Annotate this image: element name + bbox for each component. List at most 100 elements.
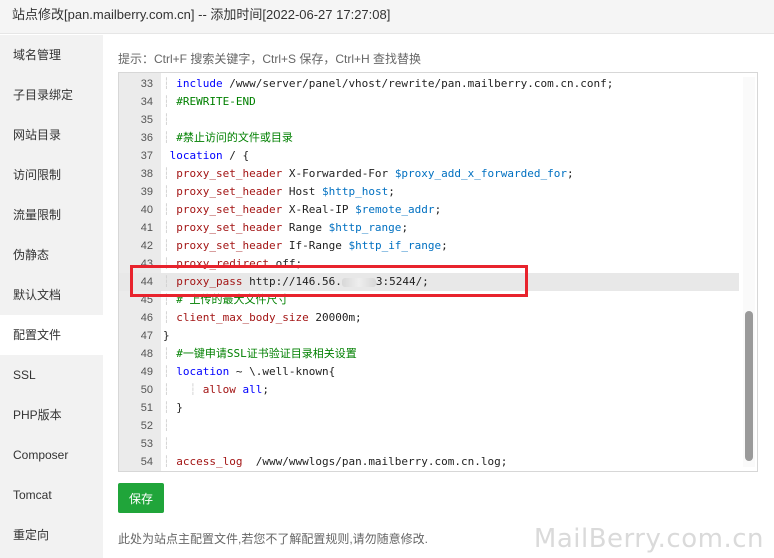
- line-number: 41: [140, 222, 153, 234]
- indent-guide: ┆: [163, 419, 177, 432]
- code-token: location: [169, 149, 223, 162]
- code-line[interactable]: 39 ┆ proxy_set_header Host $http_host;: [119, 183, 739, 201]
- code-text: ┆ #禁止访问的文件或目录: [163, 129, 293, 147]
- sidebar-item-access-limit[interactable]: 访问限制: [0, 155, 103, 195]
- indent-guide: ┆: [163, 383, 177, 396]
- code-token: /www/wwwlogs/pan.mailberry.com.cn.log;: [242, 455, 508, 468]
- code-line[interactable]: 40 ┆ proxy_set_header X-Real-IP $remote_a…: [119, 201, 739, 219]
- sidebar-item-domain[interactable]: 域名管理: [0, 35, 103, 75]
- indent-guide: ┆: [163, 131, 177, 144]
- code-token: $http_host: [321, 185, 389, 198]
- code-line[interactable]: 49 ┆ location ~ \.well-known{: [119, 363, 739, 381]
- code-line[interactable]: 38 ┆ proxy_set_header X-Forwarded-For $pr…: [119, 165, 739, 183]
- indent-guide: ┆: [163, 113, 177, 126]
- line-number: 49: [140, 366, 153, 378]
- code-line[interactable]: 48 ┆ #一键申请SSL证书验证目录相关设置: [119, 345, 739, 363]
- code-token: proxy_set_header: [176, 203, 283, 216]
- code-token: ;: [262, 383, 269, 396]
- sidebar-item-rewrite[interactable]: 伪静态: [0, 235, 103, 275]
- indent-guide: ┆: [163, 203, 177, 216]
- line-number: 35: [140, 114, 153, 126]
- save-button[interactable]: 保存: [118, 483, 164, 513]
- sidebar-item-config-file[interactable]: 配置文件: [0, 315, 103, 355]
- code-token: allow: [202, 383, 236, 396]
- sidebar-item-traffic-limit[interactable]: 流量限制: [0, 195, 103, 235]
- code-line[interactable]: 46 ┆ client_max_body_size 20000m;: [119, 309, 739, 327]
- code-line[interactable]: 52 ┆: [119, 417, 739, 435]
- code-line[interactable]: 54 ┆ access_log /www/wwwlogs/pan.mailberr…: [119, 453, 739, 471]
- code-token: Range: [282, 221, 329, 234]
- indent-guide: ┆: [176, 383, 203, 396]
- line-number: 42: [140, 240, 153, 252]
- indent-guide: ┆: [163, 347, 177, 360]
- sidebar-item-redirect[interactable]: 重定向: [0, 515, 103, 555]
- code-token: all: [242, 383, 263, 396]
- code-line[interactable]: 42 ┆ proxy_set_header If-Range $http_if_r…: [119, 237, 739, 255]
- code-text: ┆: [163, 435, 176, 453]
- code-token: }: [176, 401, 183, 414]
- code-text: ┆ access_log /www/wwwlogs/pan.mailberry.…: [163, 453, 507, 471]
- code-token: If-Range: [282, 239, 349, 252]
- line-number: 38: [140, 168, 153, 180]
- code-line[interactable]: 50 ┆ ┆ allow all;: [119, 381, 739, 399]
- code-token: ;: [441, 239, 448, 252]
- code-token: proxy_set_header: [176, 239, 283, 252]
- indent-guide: ┆: [163, 455, 177, 468]
- line-number: 52: [140, 420, 153, 432]
- line-number: 34: [140, 96, 153, 108]
- code-text: ┆: [163, 111, 176, 129]
- code-line[interactable]: 41 ┆ proxy_set_header Range $http_range;: [119, 219, 739, 237]
- code-token: proxy_set_header: [176, 221, 283, 234]
- code-text: ┆ ┆ allow all;: [163, 381, 269, 399]
- code-token: proxy_set_header: [176, 185, 283, 198]
- sidebar-item-tomcat[interactable]: Tomcat: [0, 475, 103, 515]
- line-number: 53: [140, 438, 153, 450]
- sidebar-item-ssl[interactable]: SSL: [0, 355, 103, 395]
- code-token: proxy_set_header: [176, 167, 283, 180]
- code-token: }: [163, 329, 170, 342]
- code-text: ┆ proxy_set_header X-Real-IP $remote_add…: [163, 201, 441, 219]
- code-token: ~ \.well-known{: [229, 365, 336, 378]
- code-token: ;: [388, 185, 395, 198]
- code-line[interactable]: 37 location / {: [119, 147, 739, 165]
- indent-guide: ┆: [163, 311, 177, 324]
- sidebar-item-php-version[interactable]: PHP版本: [0, 395, 103, 435]
- code-line[interactable]: 47}: [119, 327, 739, 345]
- code-text: ┆ proxy_set_header Host $http_host;: [163, 183, 395, 201]
- sidebar-item-default-doc[interactable]: 默认文档: [0, 275, 103, 315]
- indent-guide: ┆: [163, 221, 177, 234]
- sidebar-item-site-dir[interactable]: 网站目录: [0, 115, 103, 155]
- code-line[interactable]: 51 ┆ }: [119, 399, 739, 417]
- editor-scrollbar-thumb[interactable]: [745, 311, 753, 461]
- code-text: ┆ client_max_body_size 20000m;: [163, 309, 362, 327]
- indent-guide: ┆: [163, 95, 177, 108]
- window-title: 站点修改[pan.mailberry.com.cn] -- 添加时间[2022-…: [0, 0, 774, 34]
- code-token: $remote_addr: [355, 203, 435, 216]
- code-line[interactable]: 35 ┆: [119, 111, 739, 129]
- indent-guide: ┆: [163, 185, 177, 198]
- code-line[interactable]: 36 ┆ #禁止访问的文件或目录: [119, 129, 739, 147]
- code-line[interactable]: 53 ┆: [119, 435, 739, 453]
- code-line[interactable]: 33 ┆ include /www/server/panel/vhost/rewr…: [119, 75, 739, 93]
- code-token: #一键申请SSL证书验证目录相关设置: [176, 347, 357, 360]
- code-text: ┆ include /www/server/panel/vhost/rewrit…: [163, 75, 613, 93]
- code-token: #禁止访问的文件或目录: [176, 131, 293, 144]
- code-text: ┆ #REWRITE-END: [163, 93, 256, 111]
- editor-scrollbar[interactable]: [743, 77, 755, 467]
- sidebar-item-composer[interactable]: Composer: [0, 435, 103, 475]
- config-warning-note: 此处为站点主配置文件,若您不了解配置规则,请勿随意修改.: [118, 532, 429, 546]
- code-token: / {: [222, 149, 250, 162]
- code-line[interactable]: 34 ┆ #REWRITE-END: [119, 93, 739, 111]
- code-token: Host: [282, 185, 322, 198]
- indent-guide: ┆: [163, 167, 177, 180]
- code-token: client_max_body_size: [176, 311, 309, 324]
- sidebar-item-subdir[interactable]: 子目录绑定: [0, 75, 103, 115]
- line-number: 46: [140, 312, 153, 324]
- indent-guide: ┆: [163, 437, 177, 450]
- line-number: 50: [140, 384, 153, 396]
- indent-guide: ┆: [163, 365, 177, 378]
- code-text: ┆ location ~ \.well-known{: [163, 363, 335, 381]
- line-number: 51: [140, 402, 153, 414]
- highlight-annotation-box: [130, 265, 528, 297]
- code-token: access_log: [176, 455, 243, 468]
